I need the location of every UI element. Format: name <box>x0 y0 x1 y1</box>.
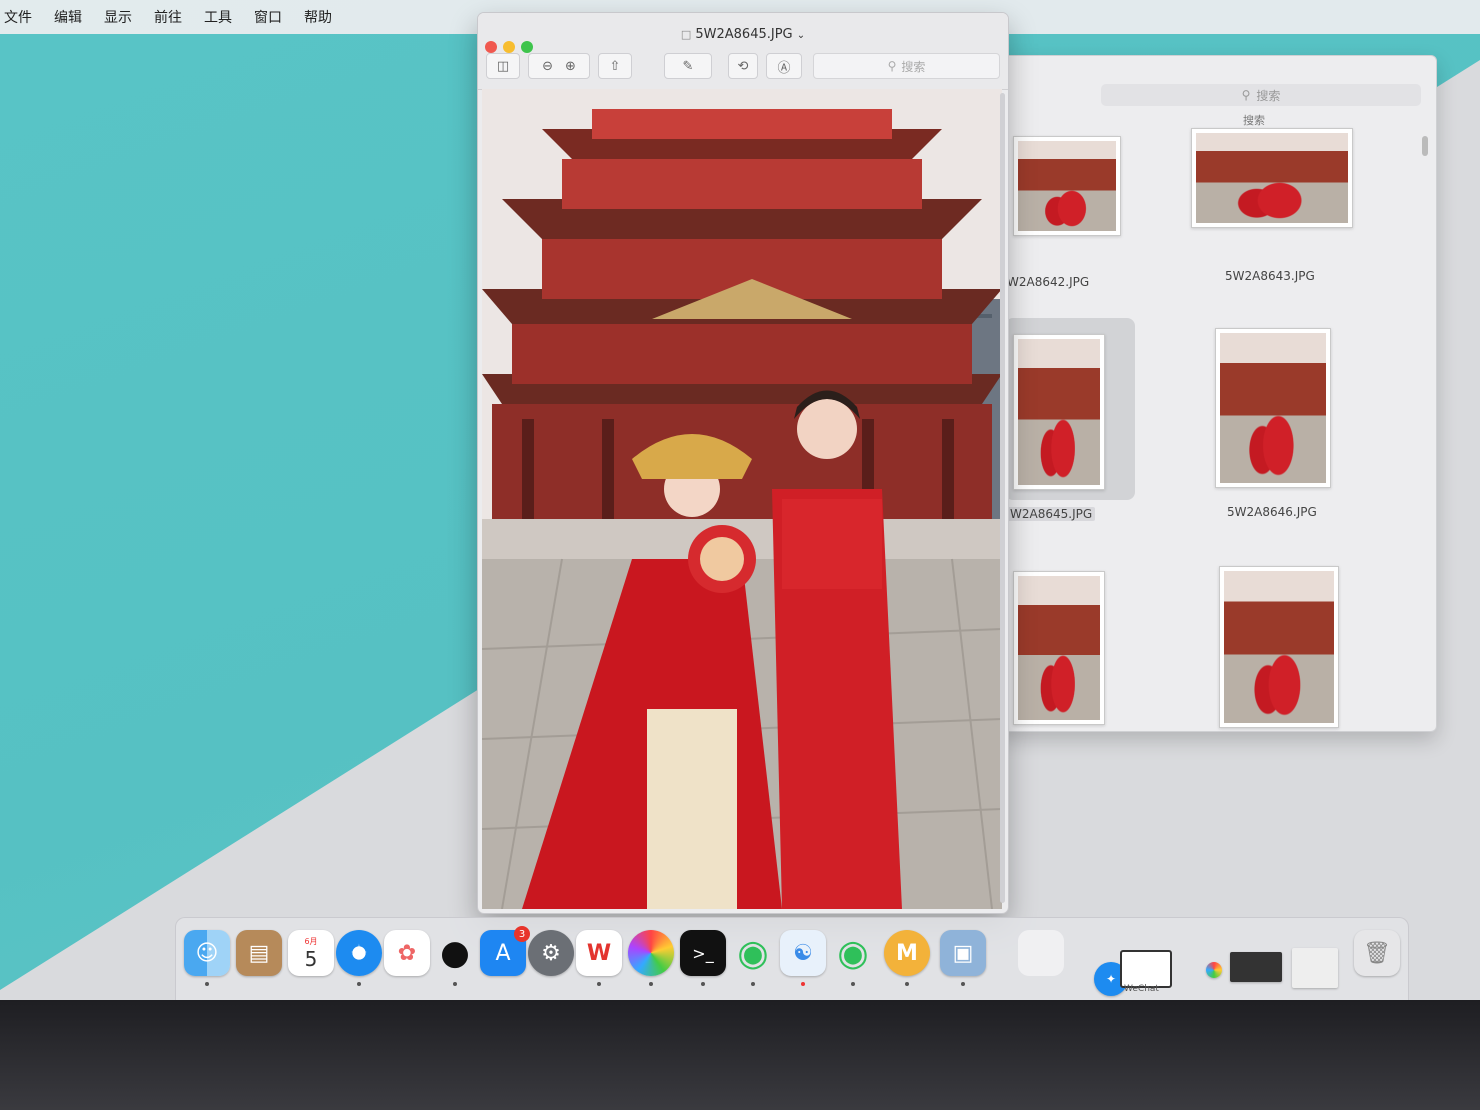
calendar-icon[interactable]: 6月 5 <box>288 930 334 976</box>
monitor-bezel <box>0 1000 1480 1110</box>
qq-icon[interactable]: ● <box>432 930 478 976</box>
preview-search-field[interactable]: ⚲ 搜索 <box>813 53 1000 79</box>
browser-search-field[interactable]: ⚲ 搜索 <box>1101 84 1421 106</box>
yellow-app-icon[interactable]: M <box>884 930 930 976</box>
dock: ☺ ▤ 6月 5 ✦ ✿ ● A 3 ⚙ W >_ ◉ ☯ ◉ M ▣ ✦ We… <box>175 917 1409 1000</box>
thumbnail-5w2a8643[interactable] <box>1191 128 1353 228</box>
photos-icon[interactable]: ✿ <box>384 930 430 976</box>
wechat-window-thumbnail[interactable] <box>1120 950 1172 988</box>
running-indicator <box>905 982 909 986</box>
contacts-icon[interactable]: ▤ <box>236 930 282 976</box>
app-store-badge: 3 <box>514 926 530 942</box>
image-browser-window: ⚲ 搜索 搜索 W2A8642.JPG 5W2A8643.JPG W2A8645… <box>1000 55 1437 732</box>
thumbnail-next-1[interactable] <box>1013 571 1105 725</box>
preview-app-icon[interactable]: ▣ <box>940 930 986 976</box>
color-app-icon[interactable] <box>628 930 674 976</box>
running-indicator <box>801 982 805 986</box>
running-indicator <box>453 982 457 986</box>
chevron-down-icon[interactable]: ⌄ <box>797 30 805 41</box>
browser-scrollbar[interactable] <box>1422 136 1428 156</box>
preview-search-placeholder: 搜索 <box>901 59 926 74</box>
window-title-text: 5W2A8645.JPG <box>695 27 793 42</box>
desktop: 文件 编辑 显示 前往 工具 窗口 帮助 ⚲ 搜索 搜索 W2A8642.JPG… <box>0 0 1480 1000</box>
thumbnail-next-2[interactable] <box>1219 566 1339 728</box>
document-icon: □ <box>680 28 692 41</box>
menu-help[interactable]: 帮助 <box>304 7 332 27</box>
thumbnail-5w2a8645[interactable] <box>1013 334 1105 490</box>
minimize-button[interactable] <box>503 41 515 53</box>
finder-window-thumbnail[interactable] <box>1292 948 1338 988</box>
finder-icon[interactable]: ☺ <box>184 930 230 976</box>
browser-search-placeholder: 搜索 <box>1256 88 1281 103</box>
share-icon: ⇧ <box>609 58 621 74</box>
running-indicator <box>649 982 653 986</box>
wedding-photo <box>482 89 1002 909</box>
calendar-month: 6月 <box>304 936 318 946</box>
thumbnail-5w2a8646[interactable] <box>1215 328 1331 488</box>
running-indicator <box>597 982 601 986</box>
preview-titlebar: □ 5W2A8645.JPG ⌄ ◫ ⊖ ⊕ ⇧ ✎ ⟲ Ⓐ ⚲ 搜索 <box>478 13 1008 90</box>
menu-go[interactable]: 前往 <box>154 7 182 27</box>
markup-pen-button[interactable]: ✎ <box>664 53 712 79</box>
file-label-5w2a8646: 5W2A8646.JPG <box>1227 505 1317 519</box>
sidebar-toggle-button[interactable]: ◫ <box>486 53 520 79</box>
wps-icon[interactable]: W <box>576 930 622 976</box>
file-label-5w2a8642: W2A8642.JPG <box>1007 275 1090 289</box>
calendar-day: 5 <box>304 946 318 971</box>
menu-file[interactable]: 文件 <box>4 7 32 27</box>
trash-icon[interactable]: 🗑 <box>1354 930 1400 976</box>
menu-window[interactable]: 窗口 <box>254 7 282 27</box>
close-button[interactable] <box>485 41 497 53</box>
zoom-in-icon[interactable]: ⊕ <box>565 59 576 74</box>
menu-view[interactable]: 显示 <box>104 7 132 27</box>
file-label-5w2a8645: W2A8645.JPG <box>1007 507 1096 521</box>
window-thumbnail[interactable] <box>1230 952 1282 982</box>
preview-window: □ 5W2A8645.JPG ⌄ ◫ ⊖ ⊕ ⇧ ✎ ⟲ Ⓐ ⚲ 搜索 <box>477 12 1009 914</box>
thumbnail-5w2a8642[interactable] <box>1013 136 1121 236</box>
running-indicator <box>751 982 755 986</box>
wechat-window-caption: WeChat <box>1124 984 1159 994</box>
zoom-out-icon[interactable]: ⊖ <box>542 59 553 74</box>
preview-scrollbar[interactable] <box>1000 93 1005 903</box>
chrome-mini-icon[interactable] <box>1206 962 1222 978</box>
sidebar-icon: ◫ <box>496 58 510 74</box>
file-label-5w2a8643: 5W2A8643.JPG <box>1225 269 1315 283</box>
rotate-button[interactable]: ⟲ <box>728 53 758 79</box>
baidu-netdisk-icon[interactable]: ☯ <box>780 930 826 976</box>
app-store-icon[interactable]: A 3 <box>480 926 530 976</box>
pen-icon: ✎ <box>682 58 694 74</box>
rotate-icon: ⟲ <box>737 58 749 74</box>
running-indicator <box>701 982 705 986</box>
menu-tools[interactable]: 工具 <box>204 7 232 27</box>
safari-icon[interactable]: ✦ <box>336 930 382 976</box>
running-indicator <box>851 982 855 986</box>
menu-edit[interactable]: 编辑 <box>54 7 82 27</box>
running-indicator <box>357 982 361 986</box>
browser-search-caption: 搜索 <box>1243 114 1265 127</box>
window-title: □ 5W2A8645.JPG ⌄ <box>478 27 1008 42</box>
system-preferences-icon[interactable]: ⚙ <box>528 930 574 976</box>
wechat-icon[interactable]: ◉ <box>730 930 776 976</box>
markup-toolbar-button[interactable]: Ⓐ <box>766 53 802 79</box>
zoom-controls: ⊖ ⊕ <box>528 53 590 79</box>
markup-icon: Ⓐ <box>777 60 791 76</box>
search-icon: ⚲ <box>1241 88 1251 102</box>
zoom-button[interactable] <box>521 41 533 53</box>
terminal-icon[interactable]: >_ <box>680 930 726 976</box>
running-indicator <box>205 982 209 986</box>
document-file-icon[interactable] <box>1018 930 1064 976</box>
running-indicator <box>961 982 965 986</box>
share-button[interactable]: ⇧ <box>598 53 632 79</box>
wechat-work-icon[interactable]: ◉ <box>830 930 876 976</box>
search-icon: ⚲ <box>887 59 897 73</box>
photo-illustration <box>482 89 1002 909</box>
